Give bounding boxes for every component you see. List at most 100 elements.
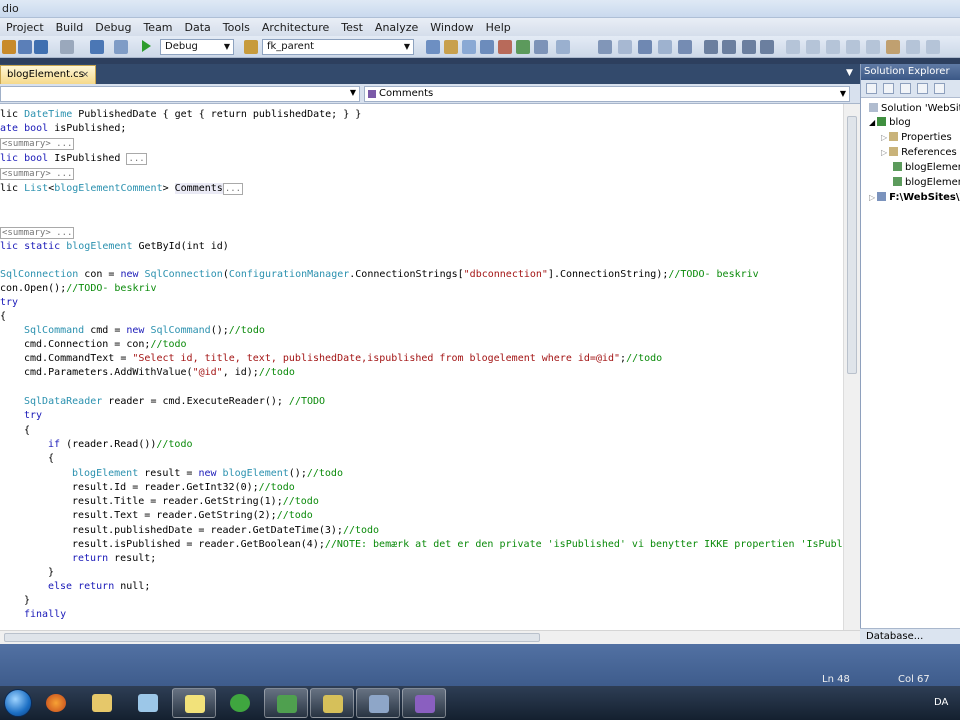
code-editor[interactable]: lic DateTime PublishedDate { get { retur…	[0, 104, 843, 630]
toolbar-icon-21[interactable]	[846, 40, 860, 54]
menu-architecture[interactable]: Architecture	[256, 21, 335, 34]
collapsed-summary[interactable]: <summary> ...	[0, 138, 75, 150]
tree-item-website-path[interactable]: ▷F:\WebSites\W	[869, 191, 960, 205]
vertical-scrollbar[interactable]	[843, 104, 860, 630]
menu-tools[interactable]: Tools	[217, 21, 256, 34]
refresh-icon[interactable]	[900, 83, 911, 94]
toolbar-icon-16[interactable]	[742, 40, 756, 54]
toolbar-icon-1[interactable]	[426, 40, 440, 54]
navigate-forward-icon[interactable]	[114, 40, 128, 54]
code-line: {	[48, 453, 55, 464]
menu-test[interactable]: Test	[335, 21, 369, 34]
menu-project[interactable]: Project	[0, 21, 50, 34]
tree-item-blog[interactable]: ◢ blog	[869, 116, 911, 130]
undo-icon[interactable]	[34, 40, 48, 54]
configuration-combo[interactable]: Debug ▼	[160, 39, 234, 55]
collapsed-summary[interactable]: <summary> ...	[0, 227, 75, 239]
utorrent-taskbar-button[interactable]	[218, 688, 262, 718]
visual-studio-taskbar-button[interactable]	[402, 688, 446, 718]
property-icon	[368, 90, 376, 98]
toolbar-icon-18[interactable]	[786, 40, 800, 54]
tree-item-properties[interactable]: ▷ Properties	[881, 131, 952, 145]
folder-icon	[92, 694, 112, 712]
toolbar-icon-4[interactable]	[480, 40, 494, 54]
tab-list-chevron-icon[interactable]: ▼	[846, 68, 858, 80]
toolbar-icon-19[interactable]	[806, 40, 820, 54]
toolbar-icon-5[interactable]	[498, 40, 512, 54]
toolbar-icon-13[interactable]	[678, 40, 692, 54]
collapsed-region[interactable]: ...	[222, 183, 244, 195]
language-indicator[interactable]: DA	[934, 697, 948, 708]
firefox-taskbar-button[interactable]	[34, 688, 78, 718]
csharp-file-icon	[893, 177, 902, 186]
notes-taskbar-button[interactable]	[172, 688, 216, 718]
menu-build[interactable]: Build	[50, 21, 90, 34]
redo-icon[interactable]	[60, 40, 74, 54]
toolbar-icon-6[interactable]	[516, 40, 530, 54]
monitor-icon	[277, 695, 297, 713]
code-line: result.Text = reader.GetString(2);//todo	[72, 510, 313, 521]
close-tab-icon[interactable]: ×	[81, 66, 89, 84]
database-taskbar-button[interactable]	[356, 688, 400, 718]
toolbar-icon-23[interactable]	[886, 40, 900, 54]
tool-taskbar-button[interactable]	[310, 688, 354, 718]
show-all-files-icon[interactable]	[883, 83, 894, 94]
code-line: else return null;	[48, 581, 151, 592]
toolbar-icon-3[interactable]	[462, 40, 476, 54]
toolbar-icon-9[interactable]	[598, 40, 612, 54]
view-designer-icon[interactable]	[934, 83, 945, 94]
toolbar-icon-24[interactable]	[906, 40, 920, 54]
menu-debug[interactable]: Debug	[89, 21, 137, 34]
chevron-down-icon: ▼	[223, 42, 230, 51]
view-code-icon[interactable]	[917, 83, 928, 94]
toolbar-icon-22[interactable]	[866, 40, 880, 54]
status-bar: Ln 48 Col 67	[0, 644, 960, 686]
tree-item-references[interactable]: ▷ References	[881, 146, 957, 160]
toolbar-icon-14[interactable]	[704, 40, 718, 54]
toolbar-icon-20[interactable]	[826, 40, 840, 54]
tree-item-solution[interactable]: Solution 'WebSites'	[869, 102, 960, 116]
navigate-icon[interactable]	[90, 40, 104, 54]
collapsed-region[interactable]: ...	[126, 153, 147, 165]
start-debugging-icon[interactable]	[142, 40, 151, 52]
toolbar-icon-11[interactable]	[638, 40, 652, 54]
toolbar-icon-17[interactable]	[760, 40, 774, 54]
collapsed-summary[interactable]: <summary> ...	[0, 168, 75, 180]
toolbar-icon-2[interactable]	[444, 40, 458, 54]
toolbar-icon-25[interactable]	[926, 40, 940, 54]
save-icon[interactable]	[18, 40, 32, 54]
toolbar-icon-7[interactable]	[534, 40, 548, 54]
media-taskbar-button[interactable]	[126, 688, 170, 718]
tree-item-file[interactable]: blogElement	[893, 176, 960, 190]
tree-item-file[interactable]: blogElement	[893, 161, 960, 175]
remote-taskbar-button[interactable]	[264, 688, 308, 718]
find-icon[interactable]	[244, 40, 258, 54]
properties-icon[interactable]	[866, 83, 877, 94]
open-file-icon[interactable]	[2, 40, 16, 54]
vertical-scroll-thumb[interactable]	[847, 116, 857, 374]
toolbar-icon-8[interactable]	[556, 40, 570, 54]
types-dropdown[interactable]: ▼	[0, 86, 360, 102]
code-line: lic List<blogElementComment> Comments...	[0, 183, 244, 195]
menu-analyze[interactable]: Analyze	[369, 21, 424, 34]
sticky-notes-icon	[185, 695, 205, 713]
toolbar-icon-10[interactable]	[618, 40, 632, 54]
menu-help[interactable]: Help	[480, 21, 517, 34]
media-icon	[138, 694, 158, 712]
toolbar-icon-15[interactable]	[722, 40, 736, 54]
members-dropdown[interactable]: Comments ▼	[364, 86, 850, 102]
menu-window[interactable]: Window	[424, 21, 479, 34]
explorer-taskbar-button[interactable]	[80, 688, 124, 718]
database-explorer-tab[interactable]: Database...	[860, 628, 960, 644]
code-line: <summary> ...	[0, 226, 75, 240]
toolbar-icon-12[interactable]	[658, 40, 672, 54]
menu-team[interactable]: Team	[137, 21, 178, 34]
tab-blogelement-cs[interactable]: blogElement.cs ×	[0, 65, 96, 84]
start-button-icon[interactable]	[4, 689, 32, 717]
horizontal-scrollbar[interactable]	[0, 630, 860, 644]
code-line: result.Title = reader.GetString(1);//tod…	[72, 496, 319, 507]
find-combo[interactable]: fk_parent ▼	[262, 39, 414, 55]
code-line: lic bool IsPublished ...	[0, 153, 147, 165]
horizontal-scroll-thumb[interactable]	[4, 633, 540, 642]
menu-data[interactable]: Data	[179, 21, 217, 34]
